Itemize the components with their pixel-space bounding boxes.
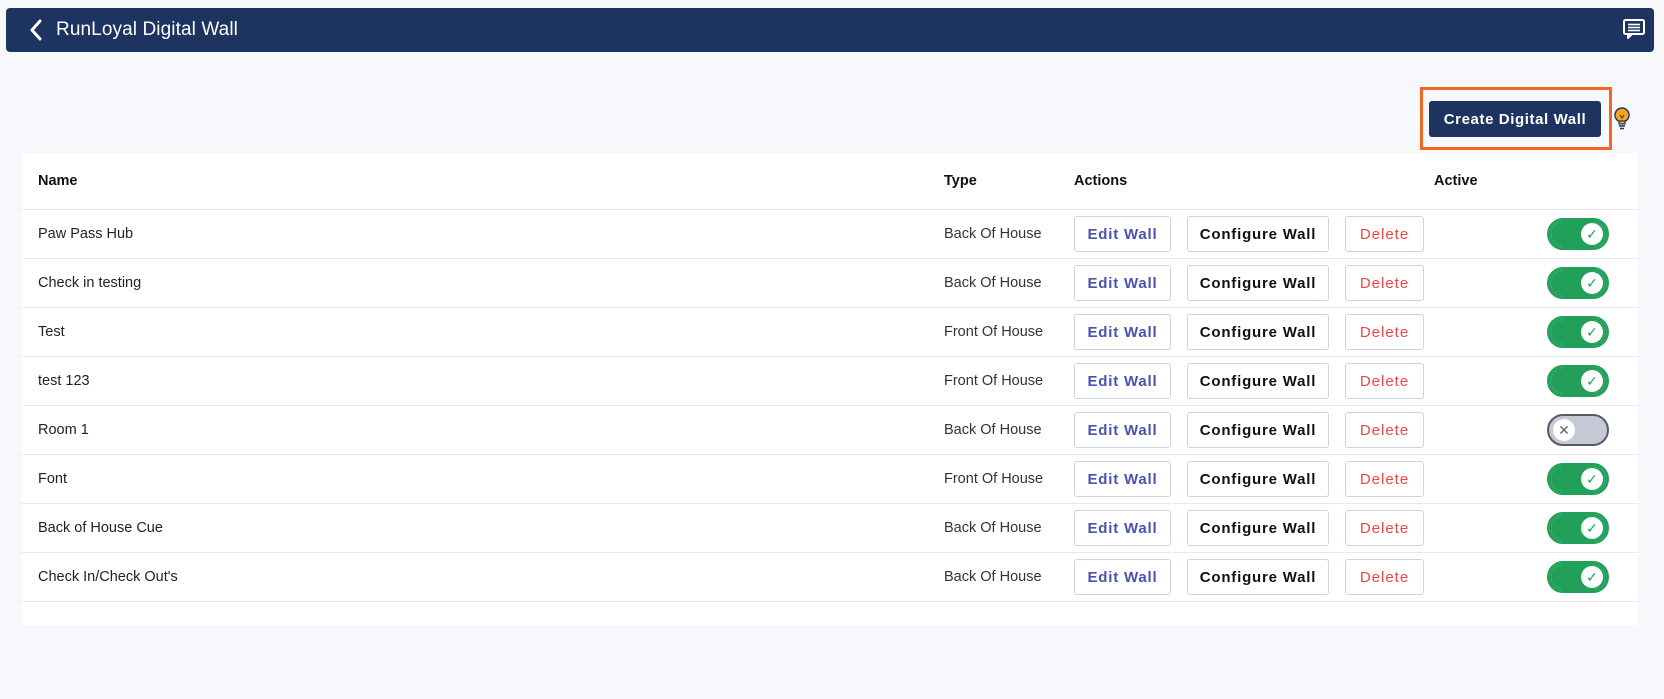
wall-type: Back Of House	[944, 520, 1042, 536]
edit-wall-button[interactable]: Edit Wall	[1074, 363, 1171, 399]
edit-wall-button[interactable]: Edit Wall	[1074, 461, 1171, 497]
row-actions: Edit Wall Configure Wall Delete	[1074, 357, 1424, 405]
wall-name: Check in testing	[38, 275, 142, 291]
column-header-actions: Actions	[1074, 173, 1128, 189]
wall-type: Front Of House	[944, 471, 1044, 487]
wall-type: Back Of House	[944, 275, 1042, 291]
active-cell: ✓	[1547, 553, 1609, 601]
row-actions: Edit Wall Configure Wall Delete	[1074, 406, 1424, 454]
check-icon: ✓	[1581, 272, 1603, 294]
lightbulb-icon	[1614, 107, 1630, 130]
wall-name: Room 1	[38, 422, 89, 438]
configure-wall-button[interactable]: Configure Wall	[1187, 461, 1329, 497]
row-actions: Edit Wall Configure Wall Delete	[1074, 504, 1424, 552]
delete-button[interactable]: Delete	[1345, 363, 1424, 399]
table-row: Back of House Cue Back Of House Edit Wal…	[22, 504, 1638, 553]
check-icon: ✓	[1581, 468, 1603, 490]
edit-wall-button[interactable]: Edit Wall	[1074, 412, 1171, 448]
wall-name: test 123	[38, 373, 90, 389]
row-actions: Edit Wall Configure Wall Delete	[1074, 210, 1424, 258]
active-toggle[interactable]: ✓	[1547, 218, 1609, 250]
table-row: Paw Pass Hub Back Of House Edit Wall Con…	[22, 210, 1638, 259]
active-toggle[interactable]: ✓	[1547, 267, 1609, 299]
delete-button[interactable]: Delete	[1345, 314, 1424, 350]
check-icon: ✓	[1581, 321, 1603, 343]
wall-type: Back Of House	[944, 226, 1042, 242]
edit-wall-button[interactable]: Edit Wall	[1074, 265, 1171, 301]
active-toggle[interactable]: ✕	[1547, 414, 1609, 446]
chat-button[interactable]	[1622, 18, 1646, 40]
edit-wall-button[interactable]: Edit Wall	[1074, 216, 1171, 252]
active-cell: ✓	[1547, 308, 1609, 356]
wall-type: Back Of House	[944, 569, 1042, 585]
configure-wall-button[interactable]: Configure Wall	[1187, 510, 1329, 546]
delete-button[interactable]: Delete	[1345, 265, 1424, 301]
configure-wall-button[interactable]: Configure Wall	[1187, 363, 1329, 399]
table-row: Test Front Of House Edit Wall Configure …	[22, 308, 1638, 357]
wall-name: Paw Pass Hub	[38, 226, 134, 242]
wall-name: Font	[38, 471, 68, 487]
active-toggle[interactable]: ✓	[1547, 316, 1609, 348]
column-header-type: Type	[944, 173, 977, 189]
configure-wall-button[interactable]: Configure Wall	[1187, 265, 1329, 301]
digital-walls-table: Name Type Actions Active Paw Pass Hub Ba…	[22, 153, 1638, 625]
column-header-name: Name	[38, 173, 78, 189]
wall-name: Back of House Cue	[38, 520, 163, 536]
row-actions: Edit Wall Configure Wall Delete	[1074, 259, 1424, 307]
table-row: Check In/Check Out's Back Of House Edit …	[22, 553, 1638, 602]
edit-wall-button[interactable]: Edit Wall	[1074, 314, 1171, 350]
delete-button[interactable]: Delete	[1345, 412, 1424, 448]
configure-wall-button[interactable]: Configure Wall	[1187, 314, 1329, 350]
row-actions: Edit Wall Configure Wall Delete	[1074, 553, 1424, 601]
check-icon: ✓	[1581, 223, 1603, 245]
active-cell: ✓	[1547, 210, 1609, 258]
configure-wall-button[interactable]: Configure Wall	[1187, 216, 1329, 252]
active-toggle[interactable]: ✓	[1547, 512, 1609, 544]
table-header: Name Type Actions Active	[22, 153, 1638, 210]
x-icon: ✕	[1553, 419, 1575, 441]
back-button[interactable]	[26, 18, 46, 42]
active-cell: ✓	[1547, 455, 1609, 503]
wall-type: Front Of House	[944, 324, 1044, 340]
delete-button[interactable]: Delete	[1345, 510, 1424, 546]
chat-icon	[1623, 19, 1645, 39]
tips-button[interactable]	[1612, 106, 1632, 132]
wall-type: Front Of House	[944, 373, 1044, 389]
delete-button[interactable]: Delete	[1345, 216, 1424, 252]
table-row: Font Front Of House Edit Wall Configure …	[22, 455, 1638, 504]
delete-button[interactable]: Delete	[1345, 461, 1424, 497]
active-toggle[interactable]: ✓	[1547, 365, 1609, 397]
wall-name: Check In/Check Out's	[38, 569, 178, 585]
active-cell: ✓	[1547, 259, 1609, 307]
wall-name: Test	[38, 324, 65, 340]
configure-wall-button[interactable]: Configure Wall	[1187, 412, 1329, 448]
check-icon: ✓	[1581, 370, 1603, 392]
table-row: Room 1 Back Of House Edit Wall Configure…	[22, 406, 1638, 455]
active-toggle[interactable]: ✓	[1547, 561, 1609, 593]
top-app-bar: RunLoyal Digital Wall	[6, 8, 1654, 52]
delete-button[interactable]: Delete	[1345, 559, 1424, 595]
create-digital-wall-button[interactable]: Create Digital Wall	[1429, 101, 1601, 137]
table-row: Check in testing Back Of House Edit Wall…	[22, 259, 1638, 308]
check-icon: ✓	[1581, 517, 1603, 539]
chevron-left-icon	[30, 19, 42, 41]
row-actions: Edit Wall Configure Wall Delete	[1074, 455, 1424, 503]
configure-wall-button[interactable]: Configure Wall	[1187, 559, 1329, 595]
active-cell: ✓	[1547, 357, 1609, 405]
wall-type: Back Of House	[944, 422, 1042, 438]
table-row: test 123 Front Of House Edit Wall Config…	[22, 357, 1638, 406]
row-actions: Edit Wall Configure Wall Delete	[1074, 308, 1424, 356]
page-title: RunLoyal Digital Wall	[56, 19, 238, 40]
active-cell: ✕	[1547, 406, 1609, 454]
active-cell: ✓	[1547, 504, 1609, 552]
active-toggle[interactable]: ✓	[1547, 463, 1609, 495]
toolbar: Create Digital Wall	[0, 86, 1664, 150]
edit-wall-button[interactable]: Edit Wall	[1074, 510, 1171, 546]
column-header-active: Active	[1434, 173, 1478, 189]
check-icon: ✓	[1581, 566, 1603, 588]
edit-wall-button[interactable]: Edit Wall	[1074, 559, 1171, 595]
